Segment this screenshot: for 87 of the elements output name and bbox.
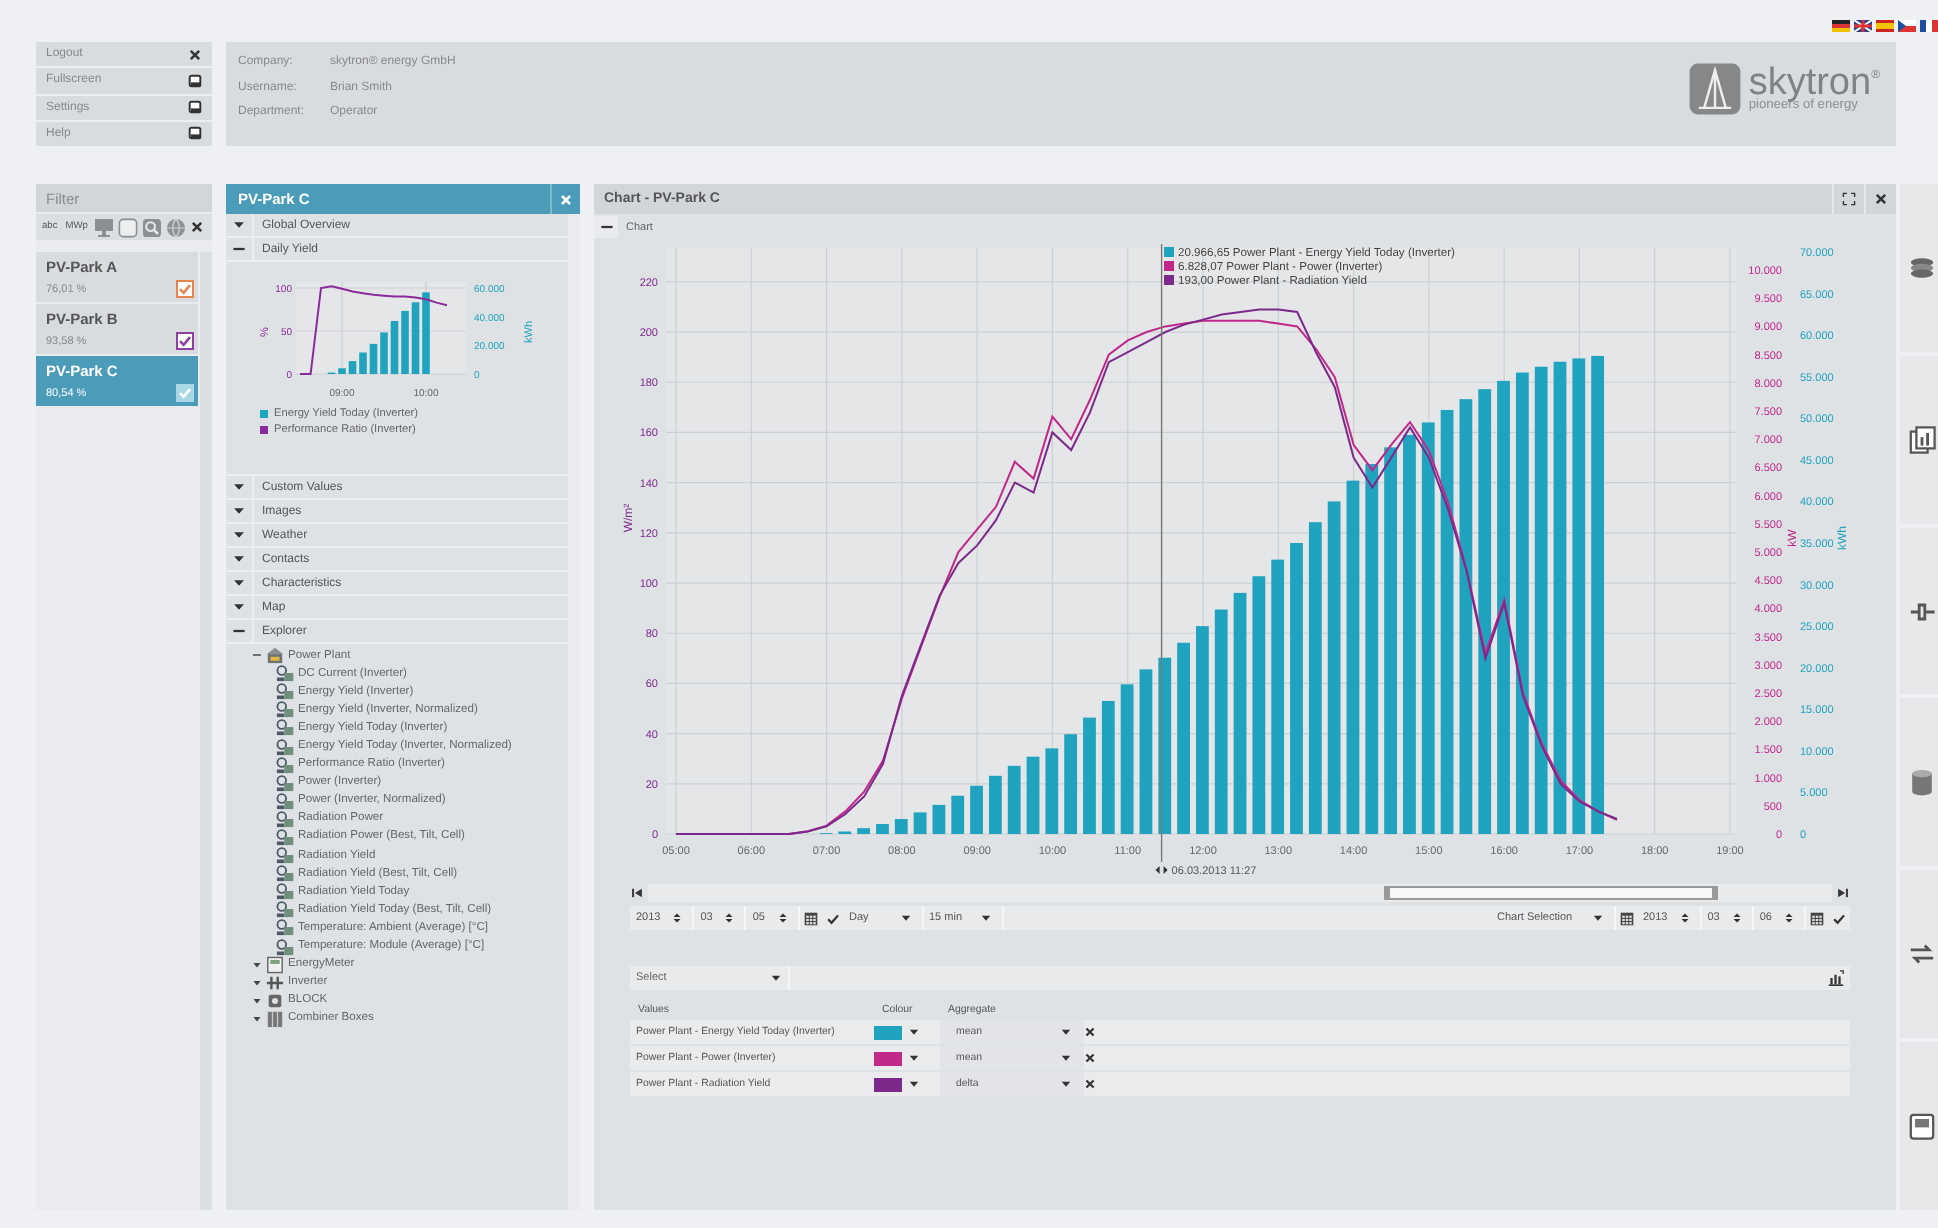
- bar: [1083, 717, 1096, 834]
- sensor-icon: [276, 718, 294, 737]
- transfer-icon[interactable]: [1908, 940, 1936, 969]
- caret-icon[interactable]: [908, 1052, 920, 1064]
- window-icon: [188, 100, 202, 115]
- checkbox[interactable]: [176, 332, 194, 350]
- meter-icon: [266, 955, 284, 974]
- sensor-icon: [276, 682, 294, 701]
- cabinet-icon: [266, 1009, 284, 1028]
- bar: [970, 785, 983, 834]
- device-icon[interactable]: [1908, 1112, 1936, 1141]
- flag-icon[interactable]: [1832, 20, 1850, 32]
- sensor-icon: [276, 846, 294, 865]
- sensor-icon: [276, 700, 294, 719]
- caret-icon[interactable]: [908, 1078, 920, 1090]
- close-icon[interactable]: [1084, 1026, 1096, 1038]
- minus-icon: [252, 650, 262, 661]
- skip-end-icon[interactable]: [1836, 886, 1850, 900]
- logo-text: skytron: [1748, 67, 1872, 99]
- bar: [857, 828, 871, 834]
- spinner-icon: [724, 910, 735, 926]
- sensor-icon: [276, 918, 294, 937]
- spinner-icon: [777, 910, 787, 926]
- close-icon: [188, 47, 202, 62]
- sensor-icon: [276, 882, 294, 901]
- spinner-icon: [672, 910, 683, 926]
- search-icon[interactable]: [141, 217, 162, 237]
- color-swatch[interactable]: [874, 1051, 902, 1065]
- close-icon[interactable]: [189, 220, 204, 234]
- flag-icon[interactable]: [1854, 20, 1872, 32]
- color-swatch[interactable]: [874, 1025, 902, 1039]
- sensor-icon: [276, 755, 294, 774]
- sensor-icon: [276, 900, 294, 919]
- flag-icon[interactable]: [1898, 20, 1916, 32]
- bar: [876, 824, 889, 834]
- caret-icon: [1591, 912, 1603, 924]
- sensor-icon: [276, 809, 294, 828]
- sensor-icon: [276, 864, 294, 883]
- window-icon: [188, 126, 202, 141]
- collapsed-icon: [232, 218, 246, 232]
- inverter-icon: [266, 973, 284, 992]
- caret-icon[interactable]: [908, 1026, 920, 1038]
- fullscreen-icon[interactable]: [1842, 192, 1856, 206]
- caret-icon: [979, 912, 991, 924]
- sensor-icon: [276, 937, 294, 956]
- coin-stack-icon[interactable]: [1908, 253, 1936, 282]
- caret-icon: [1060, 1052, 1072, 1064]
- sensor-icon: [276, 664, 294, 683]
- bar: [1064, 734, 1078, 834]
- calendar-icon[interactable]: [803, 911, 817, 925]
- checkbox[interactable]: [176, 280, 194, 298]
- spinner-icon: [1784, 910, 1794, 926]
- expanded-icon: [232, 242, 246, 256]
- chart-icon[interactable]: [1828, 970, 1844, 986]
- expanded-icon: [599, 220, 613, 234]
- building-icon: [266, 646, 284, 665]
- sensor-icon: [276, 827, 294, 846]
- bar: [1045, 748, 1059, 834]
- block-icon: [266, 991, 284, 1010]
- sensor-icon: [276, 773, 294, 792]
- skip-start-icon[interactable]: [630, 886, 644, 900]
- color-swatch[interactable]: [874, 1077, 902, 1091]
- expanded-icon: [232, 624, 246, 638]
- bar: [951, 795, 965, 834]
- close-icon[interactable]: [1084, 1078, 1096, 1090]
- check-icon[interactable]: [1832, 911, 1846, 925]
- range-handle[interactable]: [1384, 886, 1718, 900]
- square-icon[interactable]: [117, 217, 138, 237]
- spinner-icon: [1731, 910, 1742, 926]
- window-icon: [188, 73, 202, 88]
- report-icon[interactable]: [1908, 425, 1936, 454]
- cylinder-icon[interactable]: [1908, 768, 1936, 797]
- check-icon[interactable]: [825, 911, 839, 925]
- close-icon[interactable]: [1874, 192, 1888, 206]
- flag-icon[interactable]: [1920, 20, 1938, 32]
- drag-handle-icon: [1155, 866, 1168, 874]
- sensor-icon: [276, 737, 294, 756]
- calendar-icon[interactable]: [1810, 911, 1824, 925]
- caret-icon: [1060, 1078, 1072, 1090]
- caret-icon: [899, 912, 911, 924]
- calendar-icon[interactable]: [1619, 911, 1633, 925]
- close-icon[interactable]: [1084, 1052, 1096, 1064]
- logo-icon: [1688, 62, 1743, 116]
- caret-icon: [1060, 1026, 1072, 1038]
- spinner-icon: [1679, 910, 1690, 926]
- sensor-icon: [276, 791, 294, 810]
- caret-icon: [770, 972, 782, 984]
